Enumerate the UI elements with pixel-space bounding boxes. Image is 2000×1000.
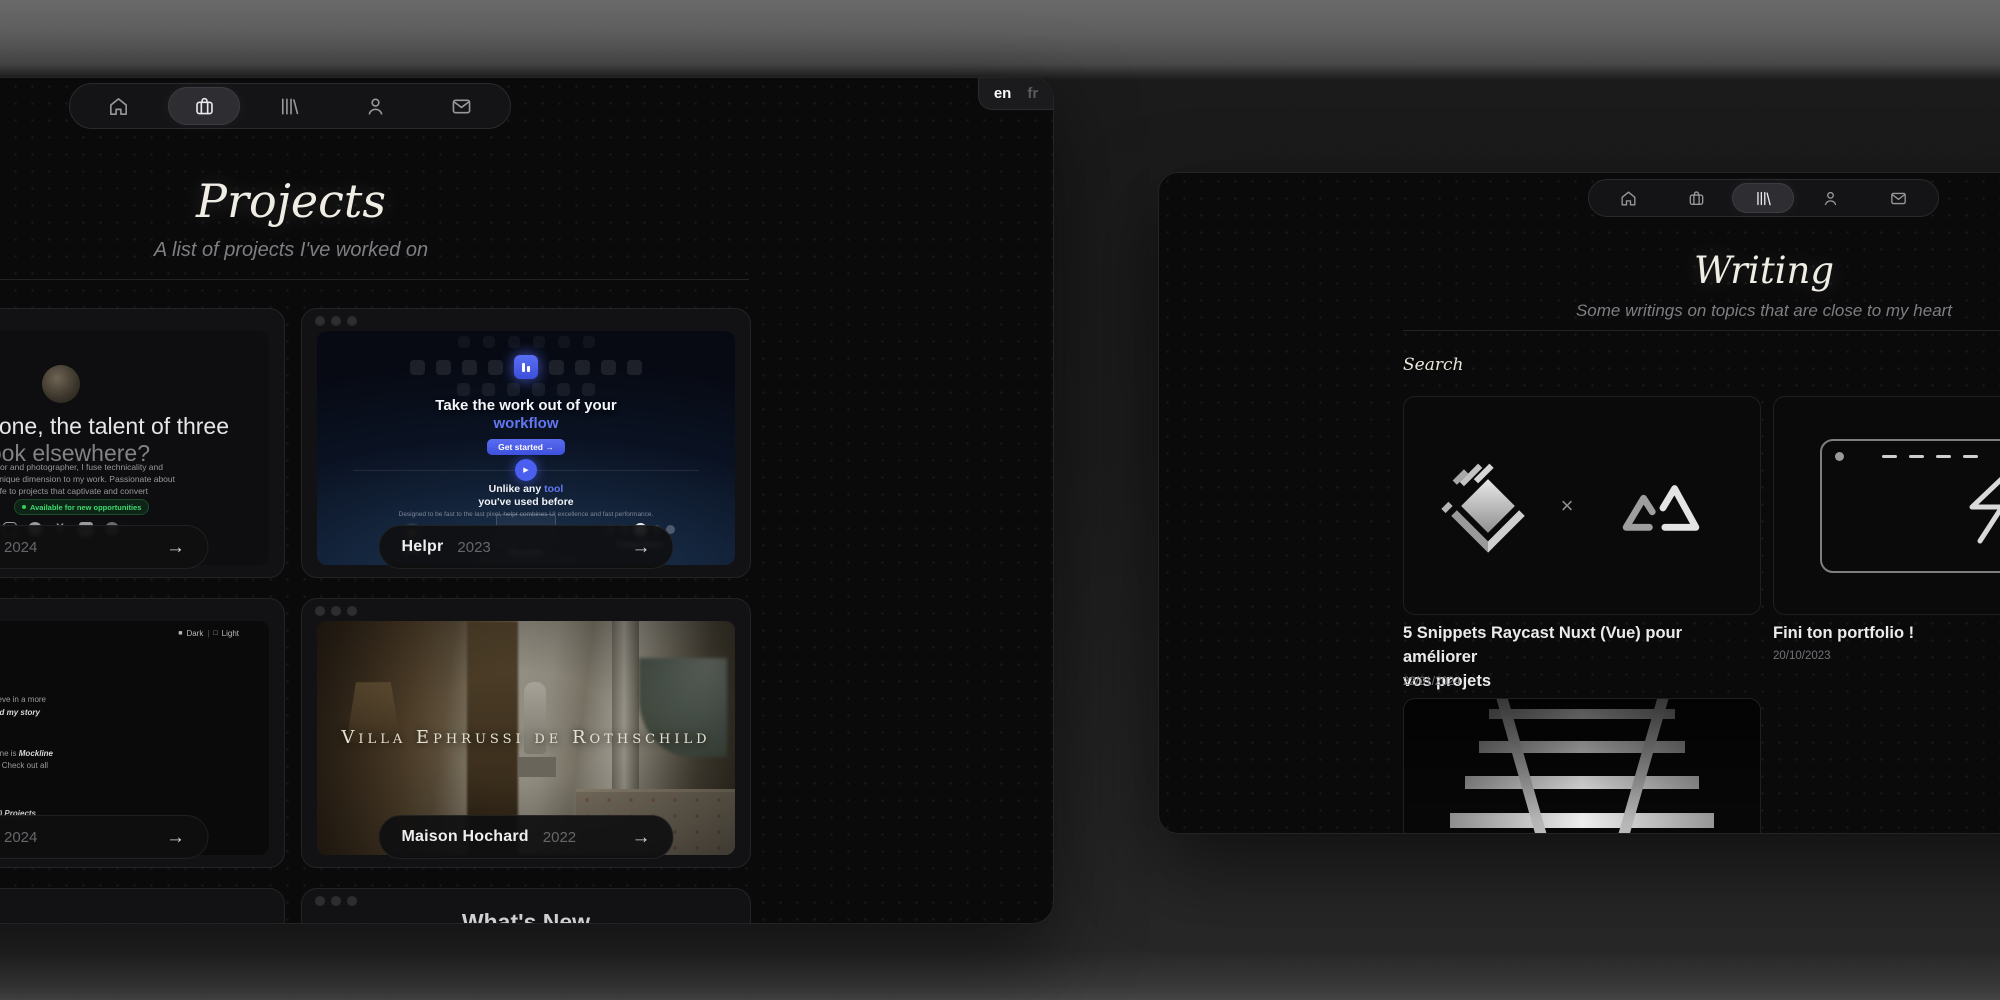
project-card-mockline[interactable]: ■ Dark | □ Light it, I believe in a more… <box>0 598 285 868</box>
traffic-dots <box>315 606 357 616</box>
nav-about[interactable] <box>340 87 412 125</box>
project-card-personal[interactable]: y of one, the talent of three y look els… <box>0 308 285 578</box>
light-square-icon: □ <box>213 630 217 637</box>
library-icon <box>1754 189 1773 208</box>
railway-graphic <box>1404 699 1760 834</box>
project-card-partial[interactable] <box>0 888 285 924</box>
project-year: 2022 <box>543 829 576 846</box>
helpr-unlike-accent: tool <box>544 483 563 495</box>
green-dot-icon <box>22 505 26 509</box>
lang-fr[interactable]: fr <box>1027 85 1038 102</box>
app-icon-row <box>317 355 735 379</box>
theme-toggle[interactable]: ■ Dark | □ Light <box>178 629 239 638</box>
nav-home[interactable] <box>83 87 155 125</box>
app-icon-row <box>317 336 735 348</box>
main-nav <box>69 83 511 129</box>
nav-projects[interactable] <box>168 87 240 125</box>
arrow-right-icon: → <box>166 538 185 557</box>
whats-new-title: What's New <box>302 909 750 924</box>
lang-en[interactable]: en <box>994 85 1012 102</box>
avatar <box>42 365 80 403</box>
mail-icon <box>1889 189 1908 208</box>
bolt-icon <box>1950 463 2000 547</box>
project-year: 2024 <box>4 829 37 846</box>
project-year: 2023 <box>457 539 490 556</box>
home-icon <box>1619 189 1638 208</box>
project-card-helpr[interactable]: Take the work out of your workflow Get s… <box>301 308 751 578</box>
play-button[interactable]: ▶ <box>515 459 537 481</box>
helpr-hero-line: Take the work out of your <box>317 397 735 414</box>
header-divider <box>1403 330 2000 331</box>
search-label: Search <box>1403 355 1463 375</box>
nuxt-logo <box>1613 475 1709 537</box>
project-card-maison[interactable]: Villa Ephrussi de Rothschild Maison Hoch… <box>301 598 751 868</box>
project-card-whats-new[interactable]: What's New <box>301 888 751 924</box>
nav-writing[interactable] <box>254 87 326 125</box>
traffic-dots <box>315 896 357 906</box>
hero-heading-line1: y of one, the talent of three <box>0 413 229 440</box>
briefcase-icon <box>193 95 216 118</box>
project-footer-maison[interactable]: Maison Hochard 2022 → <box>379 815 674 859</box>
nav-home[interactable] <box>1598 183 1660 213</box>
mockline-snippet: portant one is Mockline <box>0 749 53 758</box>
helpr-unlike-prefix: Unlike any <box>489 483 542 495</box>
hero-body-line3: give life to projects that captivate and… <box>0 486 148 496</box>
nav-about[interactable] <box>1800 183 1862 213</box>
project-year: 2024 <box>4 539 37 556</box>
traffic-dots <box>315 316 357 326</box>
briefcase-icon <box>1687 189 1706 208</box>
post-card-railway[interactable] <box>1403 698 1761 834</box>
post-title[interactable]: Fini ton portfolio ! <box>1773 621 2000 645</box>
browser-outline <box>1820 439 2000 573</box>
person-icon <box>364 95 387 118</box>
post-card-raycast-nuxt[interactable]: × <box>1403 396 1761 615</box>
mockline-snippet: it, I believe in a more <box>0 695 46 704</box>
availability-badge: Available for new opportunities <box>14 499 149 515</box>
home-icon <box>107 95 130 118</box>
page-subtitle: A list of projects I've worked on <box>0 239 591 262</box>
mockline-snippet: o the web. Check out all <box>0 761 48 770</box>
post-date: 20/10/2023 <box>1773 650 1831 662</box>
app-icon-row <box>317 383 735 396</box>
arrow-right-icon: → <box>166 828 185 847</box>
main-nav <box>1588 179 1939 217</box>
x-separator: × <box>1561 493 1574 519</box>
dark-square-icon: ■ <box>178 630 182 637</box>
project-footer-helpr[interactable]: Helpr 2023 → <box>379 525 674 569</box>
window-dot-icon <box>1835 452 1844 461</box>
language-toggle: en fr <box>978 78 1053 110</box>
header-divider <box>0 279 749 280</box>
project-footer-personal[interactable]: 2024 → <box>0 525 208 569</box>
mockline-snippet: e? Read my story <box>0 708 40 717</box>
nav-projects[interactable] <box>1665 183 1727 213</box>
raycast-logo <box>1441 459 1534 552</box>
project-name: Maison Hochard <box>402 828 529 846</box>
nav-contact[interactable] <box>1867 183 1929 213</box>
projects-window: en fr Projects A list of projects I've w… <box>0 77 1054 924</box>
arrow-right-icon: → <box>632 538 651 557</box>
writing-window: Writing Some writings on topics that are… <box>1158 172 2000 834</box>
helpr-unlike-suffix: you've used before <box>317 496 735 508</box>
page-title: Writing <box>1564 249 1964 292</box>
page-subtitle: Some writings on topics that are close t… <box>1464 301 2000 321</box>
library-icon <box>278 95 301 118</box>
project-name: Helpr <box>402 538 444 556</box>
mail-icon <box>450 95 473 118</box>
post-date: 22/01/2024 <box>1403 676 1461 688</box>
project-footer-mockline[interactable]: 2024 → <box>0 815 208 859</box>
helpr-cta-button[interactable]: Get started → <box>487 439 565 455</box>
hero-body-line1: t director and photographer, I fuse tech… <box>0 462 163 472</box>
post-card-portfolio[interactable] <box>1773 396 2000 615</box>
arrow-right-icon: → <box>632 828 651 847</box>
hero-body-line2: ring a unique dimension to my work. Pass… <box>0 474 175 484</box>
nav-contact[interactable] <box>425 87 497 125</box>
page-title: Projects <box>0 174 591 228</box>
highlighted-app-icon <box>514 355 538 379</box>
nav-writing[interactable] <box>1732 183 1794 213</box>
helpr-hero-accent: workflow <box>317 415 735 432</box>
maison-overlay-title: Villa Ephrussi de Rothschild <box>317 727 735 748</box>
person-icon <box>1821 189 1840 208</box>
